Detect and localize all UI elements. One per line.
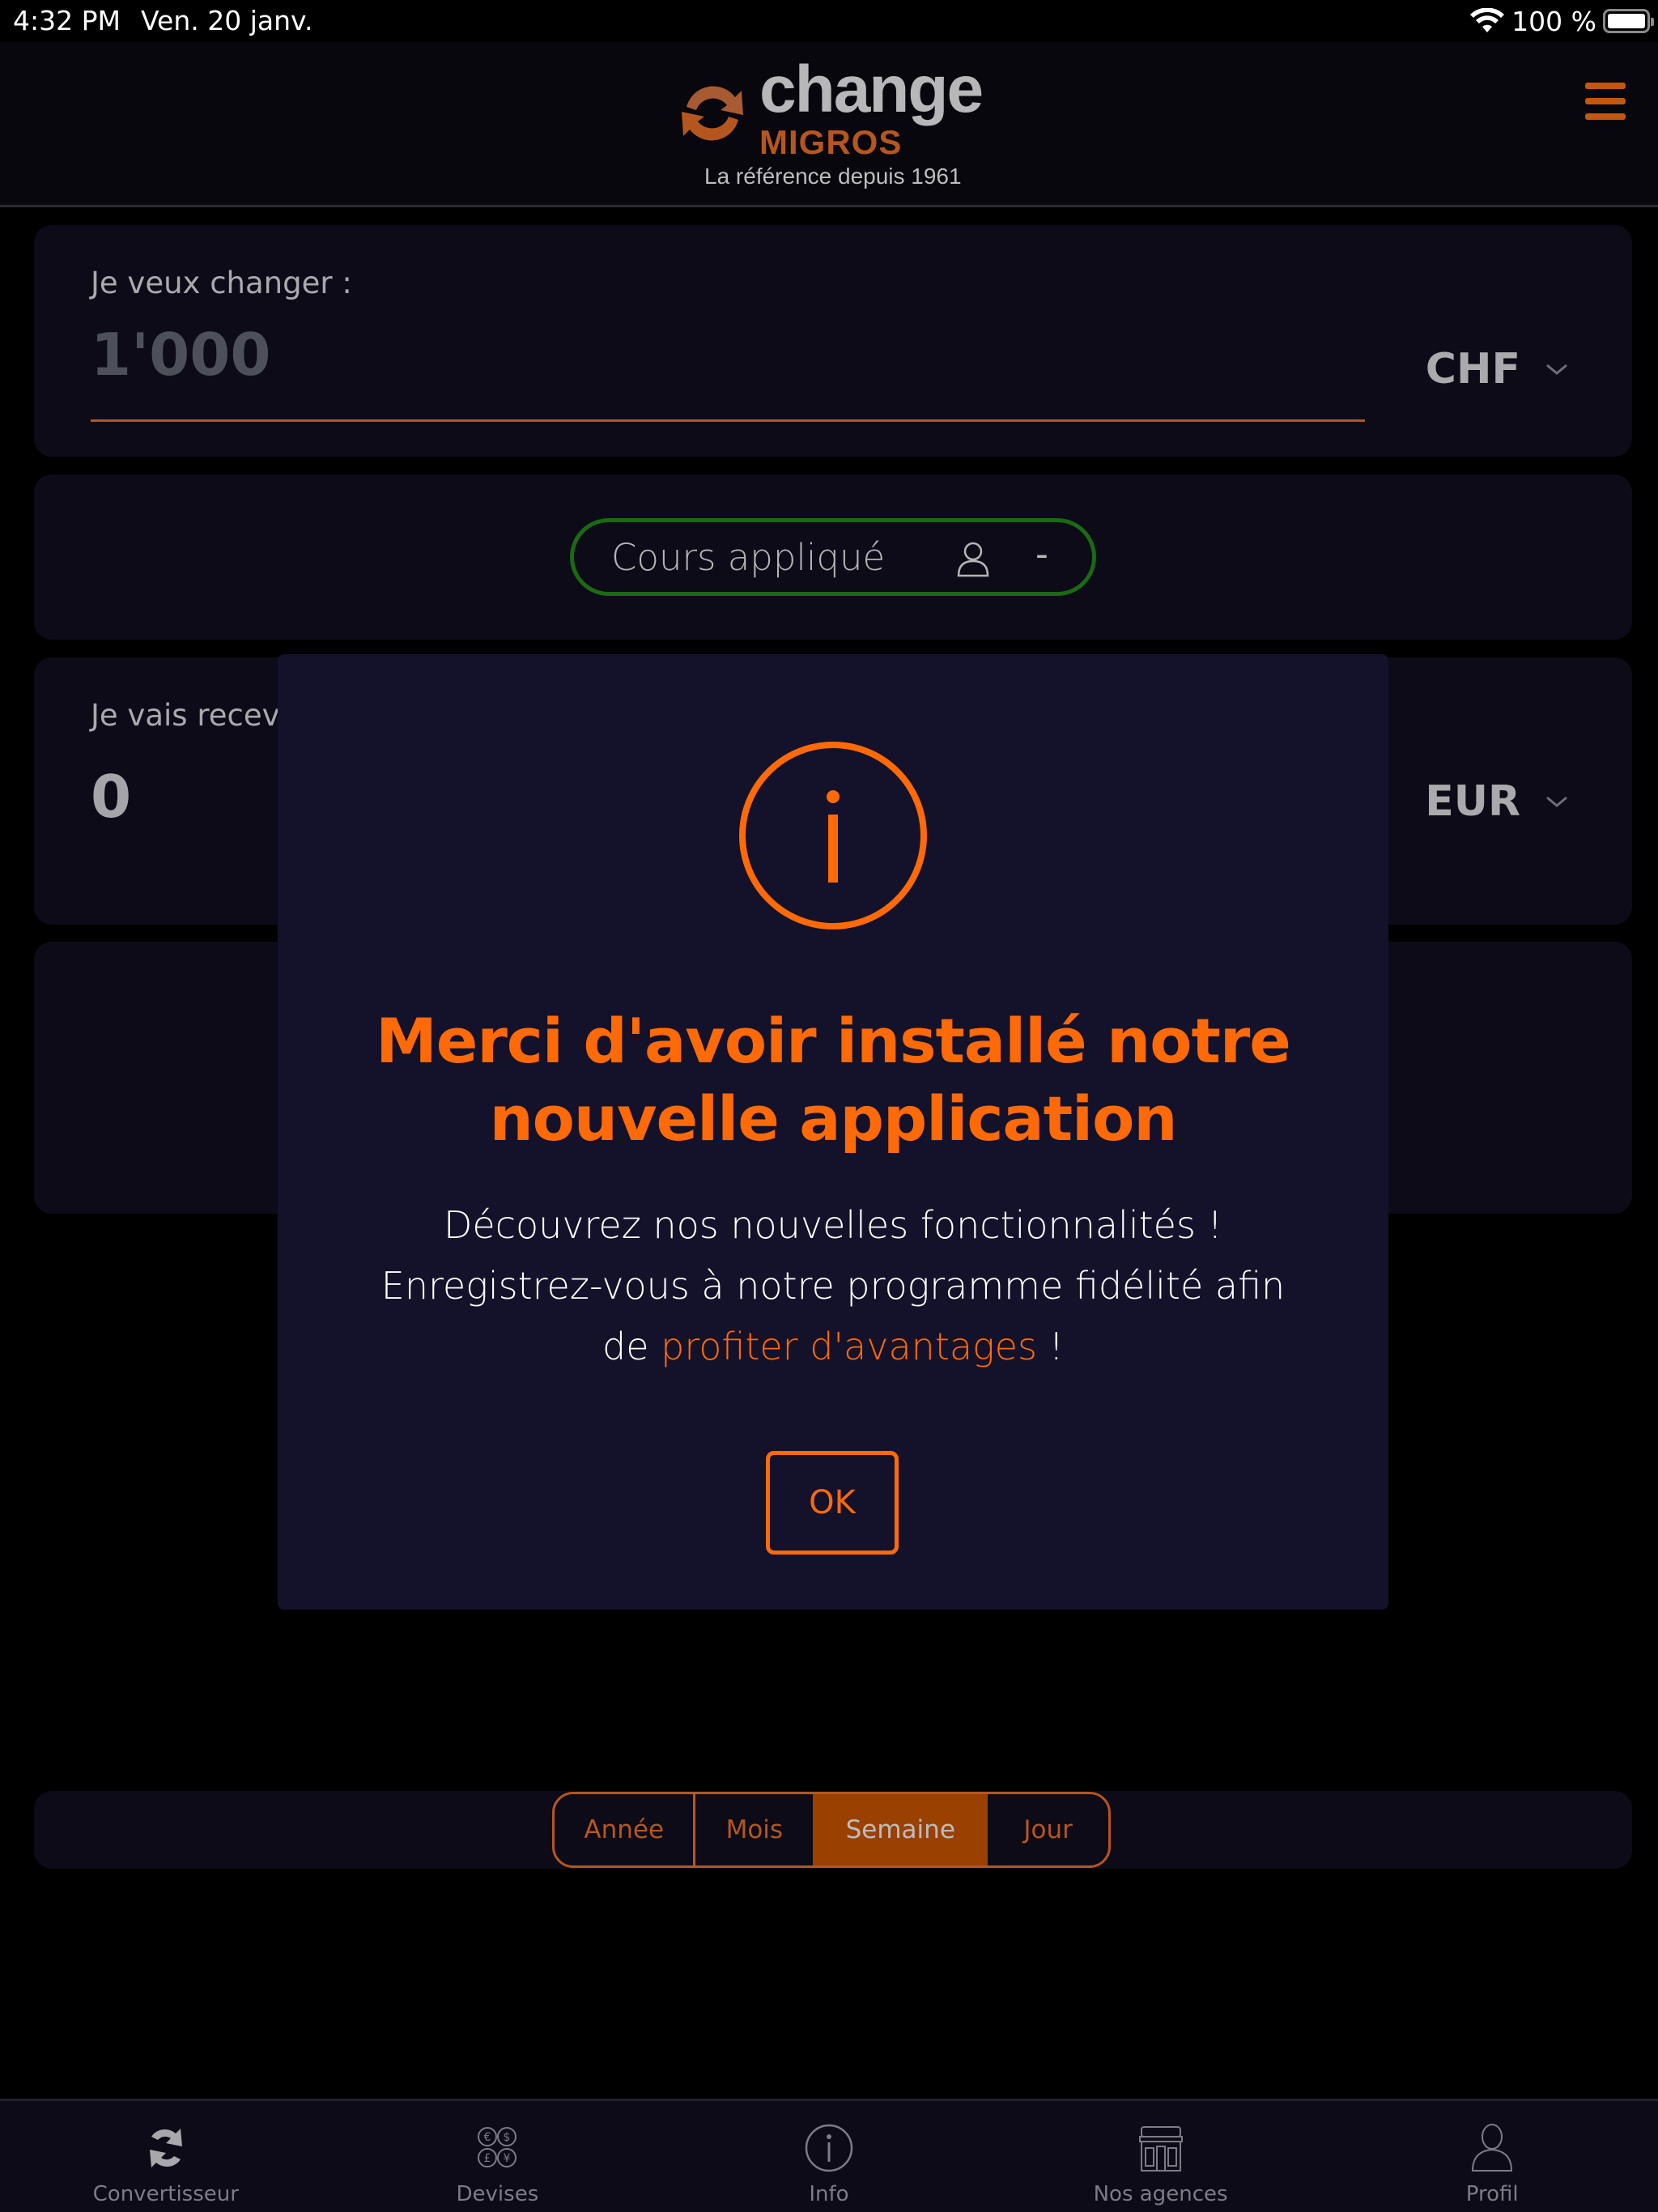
from-currency-code: CHF — [1425, 345, 1520, 393]
chevron-down-icon — [1546, 796, 1567, 807]
tab-devises[interactable]: € $ £ ¥ Devises — [332, 2101, 664, 2212]
to-currency-code: EUR — [1425, 777, 1520, 826]
modal-body: Découvrez nos nouvelles fonctionnalités … — [310, 1195, 1356, 1377]
amount-underline — [91, 419, 1365, 422]
modal-body-line: de profiter d'avantages ! — [310, 1317, 1356, 1377]
logo-word-migros: MIGROS — [759, 123, 903, 161]
rate-label: Cours appliqué — [611, 535, 886, 579]
modal-title: Merci d'avoir installé notre nouvelle ap… — [376, 1005, 1291, 1155]
tab-profil[interactable]: Profil — [1326, 2101, 1658, 2212]
svg-text:£: £ — [484, 2152, 491, 2165]
app-header: change MIGROS La référence depuis 1961 — [0, 42, 1658, 207]
logo-tagline: La référence depuis 1961 — [704, 164, 962, 189]
modal-body-text: ! — [1036, 1325, 1064, 1368]
to-currency-select[interactable]: EUR — [1425, 777, 1569, 826]
menu-bar — [1585, 113, 1626, 120]
status-time: 4:32 PM — [13, 5, 121, 36]
from-panel: Je veux changer : CHF — [34, 225, 1632, 457]
hamburger-menu-icon[interactable] — [1585, 83, 1626, 120]
modal-body-line: Découvrez nos nouvelles fonctionnalités … — [444, 1203, 1222, 1247]
tab-label: Convertisseur — [92, 2182, 239, 2206]
modal-body-text: de — [602, 1325, 661, 1368]
from-currency-select[interactable]: CHF — [1426, 345, 1569, 393]
period-option-jour[interactable]: Jour — [988, 1794, 1108, 1865]
tab-label: Devises — [456, 2182, 539, 2206]
status-bar: 4:32 PM Ven. 20 janv. 100 % — [0, 0, 1658, 42]
welcome-modal: Merci d'avoir installé notre nouvelle ap… — [278, 654, 1388, 1610]
menu-bar — [1585, 98, 1626, 104]
status-date: Ven. 20 janv. — [141, 5, 313, 36]
currencies-icon: € $ £ ¥ — [478, 2127, 517, 2167]
tab-info[interactable]: Info — [663, 2101, 995, 2212]
rate-value: - — [1035, 534, 1048, 575]
tab-label: Info — [809, 2182, 849, 2206]
svg-text:€: € — [484, 2131, 491, 2144]
from-amount-input[interactable] — [91, 324, 1362, 385]
tab-label: Nos agences — [1093, 2182, 1228, 2206]
info-icon — [805, 2124, 853, 2172]
battery-icon — [1603, 9, 1654, 33]
status-right: 100 % — [1469, 5, 1654, 37]
from-label: Je veux changer : — [91, 266, 352, 300]
store-icon — [1138, 2126, 1183, 2172]
period-selector: Année Mois Semaine Jour — [552, 1792, 1111, 1868]
modal-body-line: Enregistrez-vous à notre programme fidél… — [380, 1264, 1286, 1308]
menu-bar — [1585, 83, 1626, 89]
info-icon — [739, 742, 927, 929]
ok-button[interactable]: OK — [766, 1451, 899, 1555]
period-option-mois[interactable]: Mois — [695, 1794, 813, 1865]
period-option-semaine[interactable]: Semaine — [813, 1794, 988, 1865]
chevron-down-icon — [1546, 364, 1567, 375]
applied-rate-pill[interactable]: Cours appliqué - — [570, 518, 1096, 596]
battery-fill — [1608, 14, 1645, 28]
tab-convertisseur[interactable]: Convertisseur — [0, 2101, 332, 2212]
benefits-link[interactable]: profiter d'avantages — [661, 1325, 1037, 1368]
svg-text:$: $ — [504, 2131, 511, 2144]
to-amount: 0 — [91, 763, 132, 831]
tab-label: Profil — [1465, 2182, 1519, 2206]
rate-panel: Cours appliqué - — [34, 474, 1632, 640]
wifi-icon — [1470, 8, 1505, 32]
tab-nos-agences[interactable]: Nos agences — [995, 2101, 1327, 2212]
exchange-arrows-logo-icon — [682, 86, 743, 141]
profile-icon — [1472, 2124, 1513, 2172]
user-icon — [957, 542, 989, 577]
logo-word-change: change — [759, 53, 984, 126]
change-migros-logo: change MIGROS La référence depuis 1961 — [672, 53, 996, 194]
bottom-tab-bar: Convertisseur € $ £ ¥ Devises Info Nos a… — [0, 2099, 1658, 2212]
converter-icon — [149, 2129, 182, 2167]
battery-percent: 100 % — [1511, 5, 1596, 37]
svg-text:¥: ¥ — [504, 2152, 511, 2165]
period-option-annee[interactable]: Année — [555, 1794, 696, 1865]
